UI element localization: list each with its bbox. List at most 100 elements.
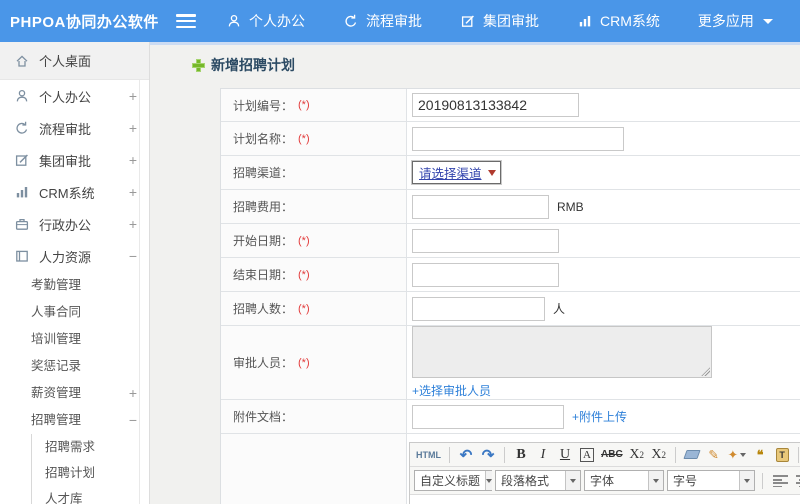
plan-number-input[interactable] (412, 93, 579, 117)
label-text: 计划名称： (233, 132, 294, 146)
required-marker: (*) (298, 268, 310, 281)
label-text: 招聘渠道： (233, 166, 294, 180)
topnav-item-label: 集团审批 (483, 13, 539, 29)
edit-icon (460, 13, 476, 29)
sidebar-item-attendance-mgmt[interactable]: 考勤管理 (0, 272, 149, 299)
sidebar-item-label: 奖惩记录 (31, 359, 82, 373)
expand-icon[interactable]: + (123, 216, 137, 232)
required-marker: (*) (298, 234, 310, 247)
collapse-icon[interactable]: − (123, 407, 137, 434)
align-center-icon[interactable] (793, 471, 800, 491)
topnav-item-group-approval[interactable]: 集团审批 (460, 11, 539, 31)
page-title-text: 新增招聘计划 (211, 57, 295, 73)
paste-text-icon[interactable]: T (772, 445, 792, 465)
eraser-icon[interactable] (682, 445, 702, 465)
form-row-content-editor: HTML↶↷BIUAABCX2X2✎✦❝TAab☺自定义标题段落格式字体字号∞∞… (221, 434, 800, 504)
blockquote-icon[interactable]: ❝ (750, 445, 770, 465)
font-select[interactable]: 字体 (584, 470, 664, 491)
form-row-recruit-count: 招聘人数： (*) 人 (221, 292, 800, 326)
select-value: 请选择渠道 (419, 167, 482, 181)
clean-format-icon[interactable]: ✦ (726, 445, 748, 465)
topnav-item-more-apps[interactable]: 更多应用 (698, 11, 773, 31)
sidebar-item-admin-office[interactable]: 行政办公 + (0, 208, 149, 240)
expand-icon[interactable]: + (123, 120, 137, 136)
attachment-upload-link[interactable]: +附件上传 (572, 408, 627, 425)
form-row-recruit-cost: 招聘费用： RMB (221, 190, 800, 224)
chart-icon (577, 13, 593, 29)
sidebar-item-recruit-mgmt[interactable]: 招聘管理 − (0, 407, 149, 434)
topnav-item-workflow-approval[interactable]: 流程审批 (343, 11, 422, 31)
end-date-input[interactable] (412, 262, 559, 287)
recruit-count-input[interactable] (412, 296, 545, 321)
expand-icon[interactable]: + (123, 380, 137, 407)
style-select[interactable]: 自定义标题 (414, 470, 493, 491)
expand-icon[interactable]: + (123, 184, 137, 200)
format-brush-icon[interactable]: ✎ (704, 445, 724, 465)
sidebar-item-reward-punishment[interactable]: 奖惩记录 (0, 353, 149, 380)
editor-content-area[interactable] (410, 495, 800, 504)
italic-button[interactable]: I (533, 445, 553, 465)
align-left-icon[interactable] (770, 471, 790, 491)
html-source-button[interactable]: HTML (414, 445, 443, 465)
caret-down-icon (762, 18, 773, 24)
topnav-item-label: 更多应用 (697, 13, 754, 29)
sidebar-subgroup: 招聘需求 招聘计划 人才库 (31, 434, 149, 504)
recruit-channel-select[interactable]: 请选择渠道 (411, 160, 502, 185)
briefcase-icon (14, 216, 30, 232)
sidebar-item-salary-mgmt[interactable]: 薪资管理 + (0, 380, 149, 407)
resize-grip[interactable] (701, 367, 710, 376)
sidebar-item-talent-pool[interactable]: 人才库 (32, 486, 149, 504)
choose-approvers-link[interactable]: +选择审批人员 (412, 382, 491, 399)
richtext-editor: HTML↶↷BIUAABCX2X2✎✦❝TAab☺自定义标题段落格式字体字号∞∞… (409, 442, 800, 504)
plus-icon (192, 58, 205, 72)
expand-icon[interactable]: + (123, 152, 137, 168)
topnav-item-label: 个人办公 (249, 13, 305, 29)
form-row-plan-number: 计划编号： (*) (221, 89, 800, 122)
toolbar-separator (449, 446, 450, 463)
sidebar-item-human-resources[interactable]: 人力资源 − (0, 240, 149, 272)
sidebar-item-training-mgmt[interactable]: 培训管理 (0, 326, 149, 353)
bold-button[interactable]: B (511, 445, 531, 465)
underline-button[interactable]: U (555, 445, 575, 465)
undo-icon[interactable]: ↶ (456, 445, 476, 465)
sidebar-item-group-approval[interactable]: 集团审批 + (0, 144, 149, 176)
sidebar-item-personal-office[interactable]: 个人办公 + (0, 80, 149, 112)
sidebar-item-workflow-approval[interactable]: 流程审批 + (0, 112, 149, 144)
approvers-textarea[interactable] (412, 326, 712, 378)
select-label: 字号 (673, 474, 698, 488)
redo-icon[interactable]: ↷ (478, 445, 498, 465)
recruit-cost-input[interactable] (412, 194, 549, 219)
topnav-item-crm-system[interactable]: CRM系统 (577, 11, 660, 31)
expand-icon[interactable]: + (123, 88, 137, 104)
sidebar-item-recruit-plan[interactable]: 招聘计划 (32, 460, 149, 486)
superscript-button[interactable]: X2 (627, 445, 647, 465)
attachment-input[interactable] (412, 404, 564, 429)
page-title: 新增招聘计划 (192, 55, 295, 75)
sidebar-item-personal-desktop[interactable]: 个人桌面 (0, 42, 149, 80)
strikethrough-button[interactable]: ABC (599, 445, 625, 465)
topnav-item-label: 流程审批 (366, 13, 422, 29)
font-box-button[interactable]: A (577, 445, 597, 465)
top-navbar: PHPOA协同办公软件 个人办公 流程审批 集团审批 CRM系统 更多应用 (0, 0, 800, 42)
plan-name-input[interactable] (412, 126, 624, 151)
form-row-attachment: 附件文档： +附件上传 (221, 400, 800, 434)
sidebar-item-hr-contract[interactable]: 人事合同 (0, 299, 149, 326)
format-select[interactable]: 段落格式 (495, 470, 581, 491)
recruit-plan-form: 计划编号： (*) 计划名称： (*) 招聘渠道： 请选择渠道招聘费用： RMB 开始日期： (… (220, 88, 800, 504)
start-date-input[interactable] (412, 228, 559, 253)
form-field-end-date (407, 258, 800, 291)
sidebar-item-crm-system[interactable]: CRM系统 + (0, 176, 149, 208)
form-field-plan-number (407, 89, 800, 121)
eraser-icon (683, 450, 701, 459)
collapse-icon[interactable]: − (123, 248, 137, 264)
menu-icon[interactable] (176, 14, 196, 28)
sidebar-item-label: 流程审批 (39, 121, 92, 137)
topnav-item-personal-office[interactable]: 个人办公 (226, 11, 305, 31)
sidebar-item-label: 薪资管理 (31, 386, 82, 400)
subscript-button[interactable]: X2 (649, 445, 669, 465)
sidebar-item-recruit-demand[interactable]: 招聘需求 (32, 434, 149, 460)
size-select[interactable]: 字号 (667, 470, 755, 491)
form-label-end-date: 结束日期： (*) (221, 258, 407, 291)
hr-icon (14, 248, 30, 264)
caret-down-icon (565, 471, 580, 490)
